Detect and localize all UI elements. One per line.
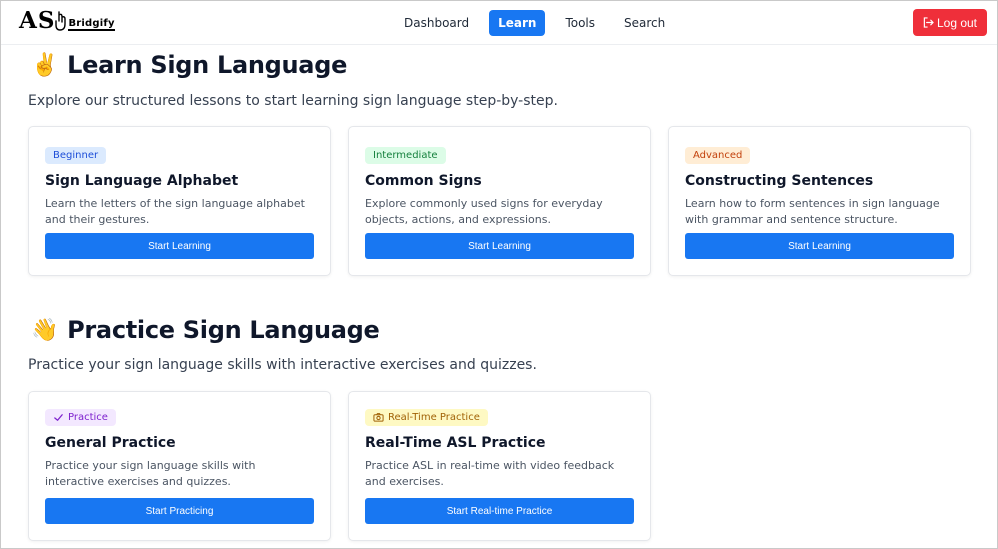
hand-logo-icon [55,10,67,31]
card-title: Constructing Sentences [685,173,874,189]
card-description: Practice your sign language skills with … [45,459,256,488]
card-description: Learn the letters of the sign language a… [45,197,305,226]
logo-as-text: AS [19,7,56,34]
beginner-badge: Beginner [45,147,107,164]
logout-label: Log out [936,15,978,30]
card-title: General Practice [45,435,176,451]
start-practicing-button[interactable]: Start Practicing [45,498,314,524]
badge-label: Practice [68,412,108,423]
learn-section-title: ✌️ Learn Sign Language [31,51,347,79]
start-realtime-practice-button[interactable]: Start Real-time Practice [365,498,634,524]
nav-search[interactable]: Search [615,10,674,36]
waving-hand-icon: 👋 [31,317,59,343]
intermediate-badge: Intermediate [365,147,446,164]
badge-label: Real-Time Practice [388,412,480,423]
camera-icon [373,413,384,422]
victory-hand-icon: ✌️ [31,52,59,78]
lesson-card-sentences: Advanced Constructing Sentences Learn ho… [668,126,971,276]
lesson-card-common-signs: Intermediate Common Signs Explore common… [348,126,651,276]
card-description: Learn how to form sentences in sign lang… [685,197,940,226]
learn-section-subtitle: Explore our structured lessons to start … [28,93,558,109]
practice-card-realtime: Real-Time Practice Real-Time ASL Practic… [348,391,651,541]
card-title: Real-Time ASL Practice [365,435,546,451]
check-icon [54,414,63,421]
start-learning-button[interactable]: Start Learning [365,233,634,259]
practice-card-general: Practice General Practice Practice your … [28,391,331,541]
start-learning-button[interactable]: Start Learning [685,233,954,259]
practice-section-subtitle: Practice your sign language skills with … [28,357,537,373]
advanced-badge: Advanced [685,147,751,164]
logo-word: Bridgify [68,18,115,31]
card-title: Common Signs [365,173,482,189]
logout-button[interactable]: Log out [913,9,987,36]
lesson-card-alphabet: Beginner Sign Language Alphabet Learn th… [28,126,331,276]
card-description: Practice ASL in real-time with video fee… [365,459,615,488]
app-logo[interactable]: AS Bridgify [19,7,115,34]
practice-title-text: Practice Sign Language [67,316,380,344]
nav-tools[interactable]: Tools [556,10,604,36]
main-nav: Dashboard Learn Tools Search [395,10,685,36]
logout-icon [923,17,934,28]
realtime-badge: Real-Time Practice [365,409,488,426]
practice-badge: Practice [45,409,116,426]
practice-section-title: 👋 Practice Sign Language [31,316,380,344]
nav-dashboard[interactable]: Dashboard [395,10,478,36]
start-learning-button[interactable]: Start Learning [45,233,314,259]
learn-title-text: Learn Sign Language [67,51,348,79]
card-title: Sign Language Alphabet [45,173,239,189]
card-description: Explore commonly used signs for everyday… [365,197,603,226]
top-navbar: AS Bridgify Dashboard Learn Tools Search… [1,1,997,45]
nav-learn[interactable]: Learn [489,10,546,36]
